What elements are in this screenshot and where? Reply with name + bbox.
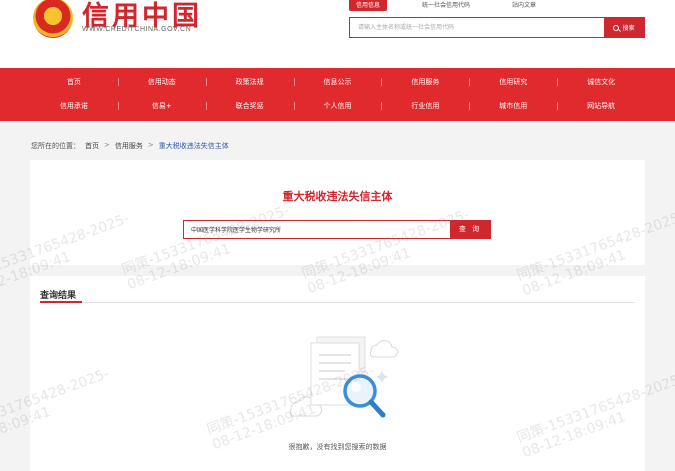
nav-item-xinyi-plus[interactable]: 信易+ [117, 95, 206, 117]
nav-item-integrity-culture[interactable]: 诚信文化 [557, 71, 645, 93]
results-title: 查询结果 [40, 291, 77, 301]
breadcrumb-credit-service[interactable]: 信用服务 [115, 141, 143, 151]
no-data-illustration-icon [289, 336, 398, 418]
breadcrumb-separator: > [104, 141, 110, 149]
query-box: 查 询 [183, 220, 491, 239]
breadcrumb: 您所在的位置： 首页 > 信用服务 > 重大税收违法失信主体 [31, 141, 229, 151]
page-title: 重大税收违法失信主体 [282, 190, 393, 203]
query-button[interactable]: 查 询 [450, 221, 490, 238]
search-button-label: 搜索 [622, 25, 635, 32]
breadcrumb-prefix: 您所在的位置： [31, 142, 80, 150]
empty-message: 很抱歉，没有找到您搜索的数据 [288, 443, 387, 451]
header-search-button[interactable]: 搜索 [604, 18, 644, 37]
breadcrumb-home[interactable]: 首页 [85, 141, 99, 151]
site-header: 信用中国 WWW.CREDITCHINA.GOV.CN 信用信息 统一社会信用代… [0, 0, 675, 68]
tab-credit-info[interactable]: 信用信息 [349, 0, 388, 11]
results-divider-accent [40, 301, 82, 303]
query-input[interactable] [184, 221, 450, 238]
header-search-bar: 搜索 [349, 17, 645, 38]
search-icon [613, 24, 620, 31]
header-search-input[interactable] [350, 18, 604, 37]
nav-item-joint-reward[interactable]: 联合奖惩 [205, 95, 294, 117]
nav-row-2: 信用承诺 信易+ 联合奖惩 个人信用 行业信用 城市信用 网站导航 [30, 95, 645, 117]
tab-site-articles[interactable]: 站内文章 [505, 0, 543, 11]
nav-item-credit-service[interactable]: 信用服务 [381, 71, 469, 93]
breadcrumb-current: 重大税收违法失信主体 [158, 142, 229, 150]
nav-item-city-credit[interactable]: 城市信用 [469, 95, 557, 117]
results-divider [40, 302, 635, 303]
query-panel: 重大税收违法失信主体 查 询 [30, 160, 645, 265]
national-emblem-icon[interactable] [33, 0, 73, 38]
nav-item-industry-credit[interactable]: 行业信用 [381, 95, 469, 117]
breadcrumb-separator: > [147, 141, 154, 149]
main-nav: 首页 信用动态 政策法规 信息公示 信用服务 信用研究 诚信文化 信用承诺 信易… [0, 68, 675, 121]
search-tabs: 信用信息 统一社会信用代码 站内文章 [349, 0, 571, 12]
site-url: WWW.CREDITCHINA.GOV.CN [82, 26, 192, 33]
nav-item-public-info[interactable]: 信息公示 [293, 71, 382, 93]
nav-item-policy[interactable]: 政策法规 [205, 71, 294, 93]
nav-item-home[interactable]: 首页 [30, 71, 118, 93]
nav-item-site-nav[interactable]: 网站导航 [557, 95, 645, 117]
results-panel: 查询结果 很抱歉，没有找到您搜索的数据 [30, 276, 645, 471]
nav-item-credit-news[interactable]: 信用动态 [117, 71, 206, 93]
nav-row-1: 首页 信用动态 政策法规 信息公示 信用服务 信用研究 诚信文化 [30, 71, 645, 93]
tab-credit-code[interactable]: 统一社会信用代码 [415, 0, 477, 11]
nav-item-personal-credit[interactable]: 个人信用 [293, 95, 382, 117]
nav-item-credit-research[interactable]: 信用研究 [469, 71, 557, 93]
nav-item-credit-pledge[interactable]: 信用承诺 [30, 95, 118, 117]
